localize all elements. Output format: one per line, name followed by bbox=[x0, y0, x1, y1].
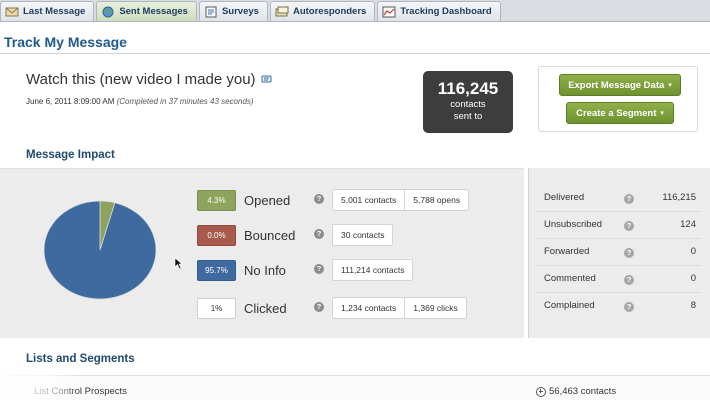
stat-label: Forwarded bbox=[544, 246, 590, 257]
clicked-counts: 1,234 contacts 1,369 clicks bbox=[332, 297, 467, 319]
bounced-percent-badge: 0.0% bbox=[197, 224, 236, 246]
opened-contacts-pill[interactable]: 5,001 contacts bbox=[332, 189, 406, 211]
stat-forwarded: Forwarded ? 0 bbox=[544, 246, 696, 260]
mouse-cursor-icon bbox=[174, 257, 183, 275]
stat-divider bbox=[536, 265, 702, 266]
message-icon bbox=[5, 6, 19, 18]
stat-label: Commented bbox=[544, 273, 596, 284]
help-icon[interactable]: ? bbox=[314, 229, 324, 239]
no-info-label: No Info bbox=[244, 262, 286, 278]
no-info-contacts-pill[interactable]: 111,214 contacts bbox=[332, 259, 414, 281]
message-sent-date: June 6, 2011 8:09:00 AM bbox=[26, 97, 115, 106]
tab-autoresponders-label: Autoresponders bbox=[292, 6, 367, 17]
help-icon[interactable]: ? bbox=[314, 264, 324, 274]
autoresponder-icon bbox=[275, 6, 289, 18]
clicked-label: Clicked bbox=[244, 300, 287, 316]
create-segment-button[interactable]: Create a Segment ▾ bbox=[566, 102, 674, 124]
export-button-label: Export Message Data bbox=[568, 79, 665, 91]
opened-label: Opened bbox=[244, 192, 291, 208]
bounced-contacts-pill[interactable]: 30 contacts bbox=[332, 224, 394, 246]
stat-value: 116,215 bbox=[662, 192, 696, 203]
message-title-text: Watch this (new video I made you) bbox=[26, 71, 256, 88]
stat-unsubscribed: Unsubscribed ? 124 bbox=[544, 219, 696, 233]
list-count-value: 56,463 contacts bbox=[549, 386, 617, 397]
help-icon[interactable]: ? bbox=[624, 275, 634, 285]
rss-link-icon[interactable] bbox=[261, 71, 273, 88]
dashboard-icon bbox=[382, 6, 396, 18]
tab-tracking-dashboard-label: Tracking Dashboard bbox=[400, 6, 492, 17]
help-icon[interactable]: ? bbox=[314, 194, 324, 204]
stat-divider bbox=[536, 211, 702, 212]
metric-row-no-info: 95.7% No Info ? 111,214 contacts bbox=[197, 259, 414, 281]
opened-opens-pill[interactable]: 5,788 opens bbox=[405, 189, 470, 211]
dropdown-arrow-icon: ▾ bbox=[660, 110, 664, 117]
survey-icon bbox=[204, 6, 218, 18]
tab-surveys-label: Surveys bbox=[221, 6, 259, 17]
clicked-clicks-pill[interactable]: 1,369 clicks bbox=[405, 297, 467, 319]
tab-surveys[interactable]: Surveys bbox=[198, 1, 268, 21]
sent-label-line2: sent to bbox=[453, 111, 483, 122]
add-circle-icon[interactable] bbox=[536, 386, 546, 397]
tab-tracking-dashboard[interactable]: Tracking Dashboard bbox=[377, 1, 501, 21]
help-icon[interactable]: ? bbox=[624, 302, 634, 312]
list-count: 56,463 contacts bbox=[536, 386, 616, 397]
help-icon[interactable]: ? bbox=[624, 248, 634, 258]
stat-divider bbox=[536, 292, 702, 293]
bounced-label: Bounced bbox=[244, 227, 296, 243]
tab-last-message[interactable]: Last Message bbox=[0, 1, 95, 21]
message-date: June 6, 2011 8:09:00 AM (Completed in 37… bbox=[26, 97, 254, 106]
impact-pie-chart bbox=[44, 200, 156, 300]
tab-sent-messages[interactable]: Sent Messages bbox=[96, 1, 197, 21]
stat-value: 124 bbox=[680, 219, 696, 230]
stat-complained: Complained ? 8 bbox=[544, 300, 696, 314]
opened-counts: 5,001 contacts 5,788 opens bbox=[332, 189, 470, 211]
segment-button-label: Create a Segment bbox=[576, 107, 657, 119]
clicked-contacts-pill[interactable]: 1,234 contacts bbox=[332, 297, 406, 319]
stat-delivered: Delivered ? 116,215 bbox=[544, 192, 696, 206]
lists-segments-heading: Lists and Segments bbox=[26, 353, 135, 365]
metric-row-clicked: 1% Clicked ? 1,234 contacts 1,369 clicks bbox=[197, 297, 467, 319]
message-impact-heading: Message Impact bbox=[26, 149, 115, 161]
globe-icon bbox=[101, 6, 115, 18]
stat-commented: Commented ? 0 bbox=[544, 273, 696, 287]
message-completed-time: (Completed in 37 minutes 43 seconds) bbox=[116, 97, 254, 106]
sent-count: 116,245 bbox=[437, 79, 499, 98]
tab-autoresponders[interactable]: Autoresponders bbox=[269, 1, 376, 21]
help-icon[interactable]: ? bbox=[624, 194, 634, 204]
export-message-data-button[interactable]: Export Message Data ▾ bbox=[559, 74, 681, 96]
stat-value: 0 bbox=[690, 273, 696, 284]
stat-label: Delivered bbox=[544, 192, 585, 203]
stat-label: Complained bbox=[544, 300, 595, 311]
stat-divider bbox=[536, 238, 702, 239]
bounced-counts: 30 contacts bbox=[332, 224, 394, 246]
top-tab-bar: Last Message Sent Messages Surveys Autor… bbox=[0, 0, 710, 22]
tab-last-message-label: Last Message bbox=[23, 6, 86, 17]
sent-count-box: 116,245 contacts sent to bbox=[423, 71, 513, 133]
video-watermark-overlay bbox=[0, 372, 80, 400]
message-title: Watch this (new video I made you) bbox=[26, 71, 273, 88]
no-info-percent-badge: 95.7% bbox=[197, 259, 236, 281]
pie-slice-no-info bbox=[44, 200, 156, 300]
dropdown-arrow-icon: ▾ bbox=[668, 82, 672, 89]
help-icon[interactable]: ? bbox=[314, 302, 324, 312]
stat-value: 8 bbox=[690, 300, 696, 311]
no-info-counts: 111,214 contacts bbox=[332, 259, 414, 281]
page-title: Track My Message bbox=[4, 34, 127, 50]
stat-label: Unsubscribed bbox=[544, 219, 603, 230]
stat-value: 0 bbox=[690, 246, 696, 257]
metric-row-bounced: 0.0% Bounced ? 30 contacts bbox=[197, 224, 394, 246]
metric-row-opened: 4.3% Opened ? 5,001 contacts 5,788 opens bbox=[197, 189, 470, 211]
help-icon[interactable]: ? bbox=[624, 221, 634, 231]
tab-sent-messages-label: Sent Messages bbox=[119, 6, 188, 17]
clicked-percent-badge: 1% bbox=[197, 297, 236, 319]
sent-label-line1: contacts bbox=[450, 99, 486, 110]
title-divider bbox=[0, 53, 710, 54]
opened-percent-badge: 4.3% bbox=[197, 189, 236, 211]
